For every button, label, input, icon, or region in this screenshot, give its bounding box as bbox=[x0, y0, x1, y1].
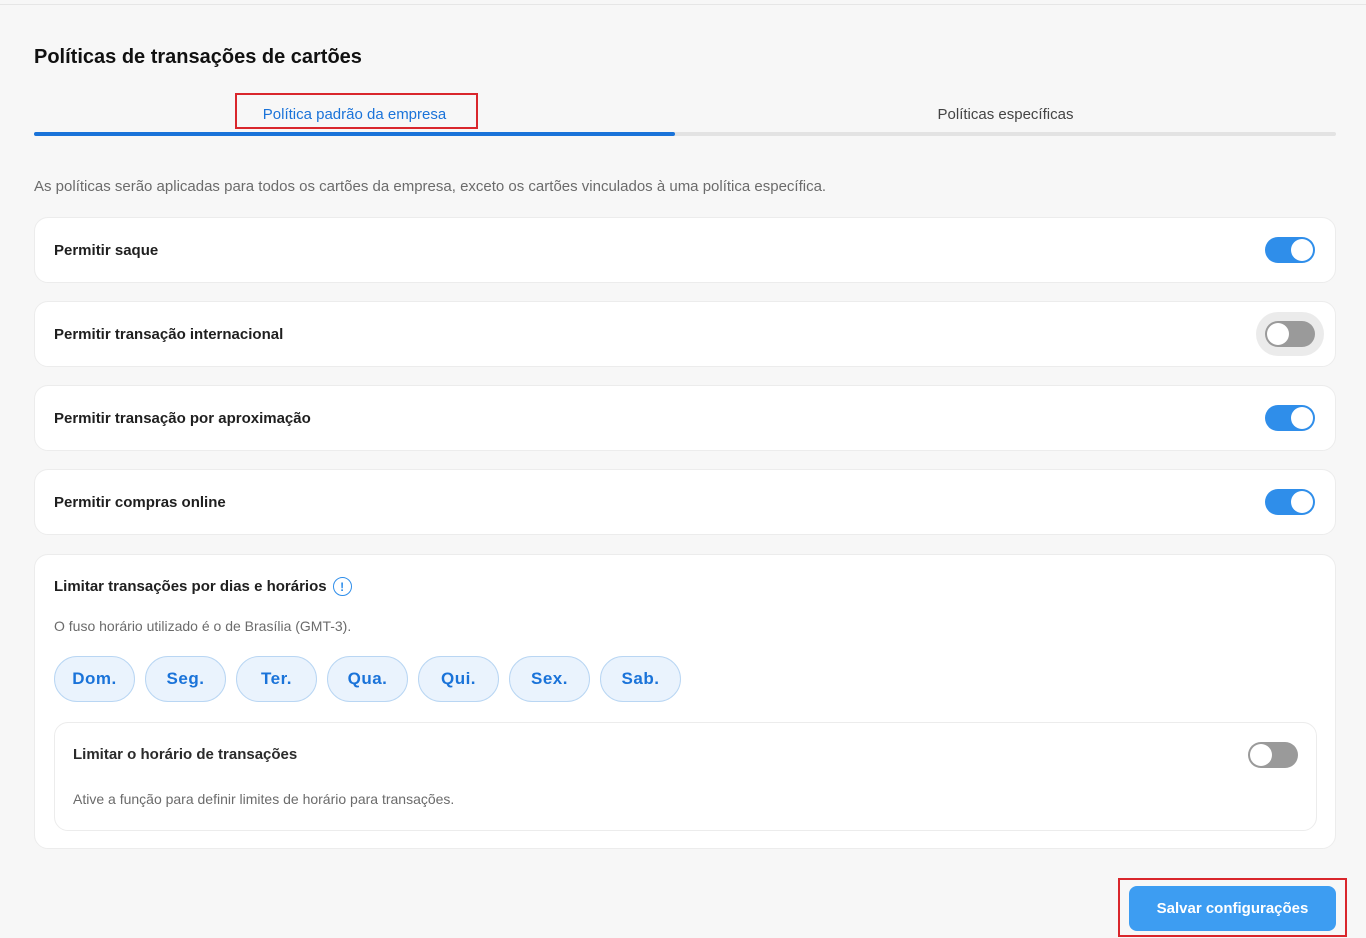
tab-specific-policies[interactable]: Políticas específicas bbox=[675, 95, 1336, 133]
policies-description: As políticas serão aplicadas para todos … bbox=[34, 178, 827, 195]
time-limit-toggle[interactable] bbox=[1248, 742, 1298, 768]
tab-active-indicator bbox=[34, 132, 675, 136]
schedule-title-text: Limitar transações por dias e horários bbox=[54, 578, 327, 595]
policy-label: Permitir compras online bbox=[54, 493, 226, 511]
schedule-title: Limitar transações por dias e horários ! bbox=[54, 577, 352, 596]
withdrawal-toggle[interactable] bbox=[1265, 237, 1315, 263]
policy-row-online-purchases: Permitir compras online bbox=[34, 469, 1336, 535]
day-chip-wednesday[interactable]: Qua. bbox=[327, 656, 408, 702]
international-toggle[interactable] bbox=[1265, 321, 1315, 347]
policy-row-withdrawal: Permitir saque bbox=[34, 217, 1336, 283]
policy-label: Permitir saque bbox=[54, 241, 159, 259]
toggle-knob bbox=[1291, 407, 1313, 429]
policy-tabs: Política padrão da empresa Políticas esp… bbox=[34, 95, 1336, 137]
info-icon[interactable]: ! bbox=[332, 577, 352, 596]
tab-default-policy[interactable]: Política padrão da empresa bbox=[34, 95, 675, 133]
day-selector: Dom. Seg. Ter. Qua. Qui. Sex. Sab. bbox=[54, 656, 681, 702]
toggle-knob bbox=[1291, 491, 1313, 513]
time-limit-card: Limitar o horário de transações Ative a … bbox=[54, 722, 1317, 831]
day-chip-friday[interactable]: Sex. bbox=[509, 656, 590, 702]
policy-row-contactless: Permitir transação por aproximação bbox=[34, 385, 1336, 451]
day-chip-monday[interactable]: Seg. bbox=[145, 656, 226, 702]
contactless-toggle[interactable] bbox=[1265, 405, 1315, 431]
policy-label: Permitir transação por aproximação bbox=[54, 409, 311, 427]
online-purchases-toggle[interactable] bbox=[1265, 489, 1315, 515]
toggle-knob bbox=[1267, 323, 1289, 345]
page-title: Políticas de transações de cartões bbox=[34, 46, 362, 68]
timezone-note: O fuso horário utilizado é o de Brasília… bbox=[54, 618, 352, 634]
toggle-focus-halo bbox=[1256, 312, 1324, 356]
save-settings-button[interactable]: Salvar configurações bbox=[1129, 886, 1336, 931]
toggle-knob bbox=[1291, 239, 1313, 261]
schedule-card: Limitar transações por dias e horários !… bbox=[34, 554, 1336, 849]
toggle-knob bbox=[1250, 744, 1272, 766]
time-limit-description: Ative a função para definir limites de h… bbox=[73, 791, 455, 807]
day-chip-sunday[interactable]: Dom. bbox=[54, 656, 135, 702]
policy-row-international: Permitir transação internacional bbox=[34, 301, 1336, 367]
policy-label: Permitir transação internacional bbox=[54, 325, 284, 343]
day-chip-thursday[interactable]: Qui. bbox=[418, 656, 499, 702]
top-divider bbox=[0, 4, 1366, 5]
day-chip-saturday[interactable]: Sab. bbox=[600, 656, 681, 702]
time-limit-title: Limitar o horário de transações bbox=[73, 746, 298, 763]
day-chip-tuesday[interactable]: Ter. bbox=[236, 656, 317, 702]
